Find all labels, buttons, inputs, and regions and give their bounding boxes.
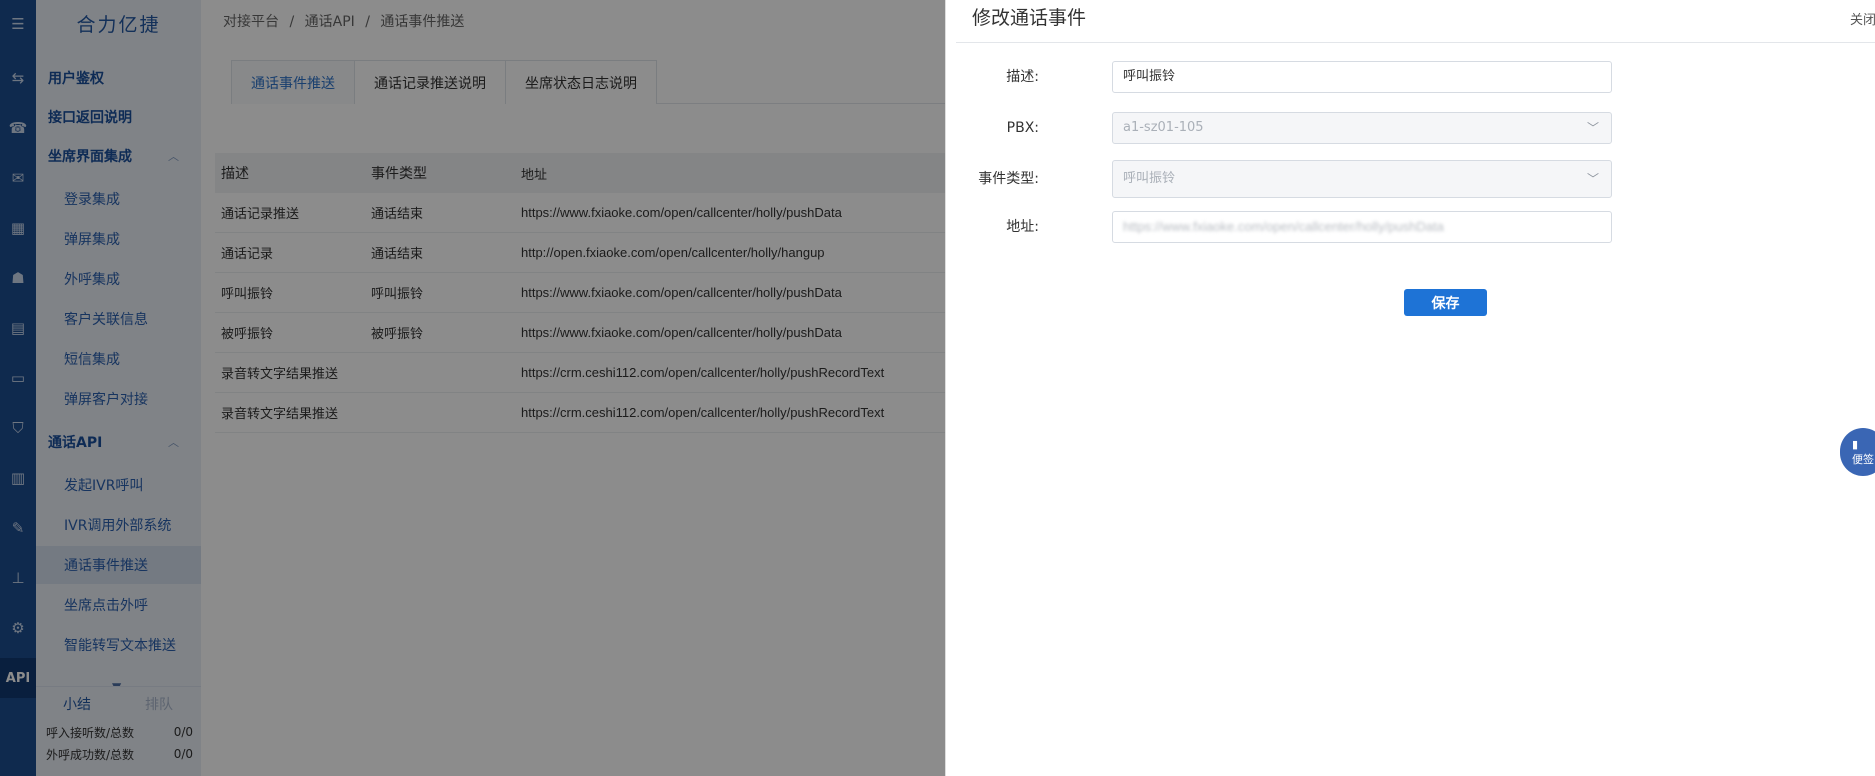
drawer-header: 修改通话事件 关闭 bbox=[956, 0, 1875, 43]
chevron-down-icon: ﹀ bbox=[1586, 172, 1599, 186]
save-button[interactable]: 保存 bbox=[1404, 289, 1487, 316]
close-button[interactable]: 关闭 bbox=[1850, 9, 1875, 28]
pbx-value: a1-sz01-105 bbox=[1123, 120, 1204, 135]
address-input[interactable]: https://www.fxiaoke.com/open/callcenter/… bbox=[1112, 211, 1612, 243]
desc-input[interactable]: 呼叫振铃 bbox=[1112, 61, 1612, 93]
edit-event-drawer: 修改通话事件 关闭 描述: 呼叫振铃 PBX: a1-sz01-105 ﹀ 事件… bbox=[945, 0, 1875, 776]
address-label: 地址: bbox=[1006, 219, 1039, 235]
event-type-label: 事件类型: bbox=[978, 171, 1039, 187]
modal-overlay[interactable] bbox=[0, 0, 945, 776]
address-value: https://www.fxiaoke.com/open/callcenter/… bbox=[1123, 219, 1444, 234]
chevron-down-icon: ﹀ bbox=[1586, 121, 1599, 135]
bookmark-icon: ▮ bbox=[1852, 437, 1859, 451]
form-row-pbx: PBX: a1-sz01-105 ﹀ bbox=[946, 112, 1875, 144]
form-row-event-type: 事件类型: 呼叫振铃 ﹀ bbox=[946, 160, 1875, 198]
form-row-desc: 描述: 呼叫振铃 bbox=[946, 61, 1875, 93]
pbx-label: PBX: bbox=[1006, 120, 1039, 136]
note-label: 便签 bbox=[1852, 452, 1874, 466]
form-row-address: 地址: https://www.fxiaoke.com/open/callcen… bbox=[946, 211, 1875, 243]
pbx-select: a1-sz01-105 ﹀ bbox=[1112, 112, 1612, 144]
event-type-value: 呼叫振铃 bbox=[1123, 171, 1176, 186]
desc-label: 描述: bbox=[1006, 69, 1039, 85]
drawer-title: 修改通话事件 bbox=[972, 7, 1087, 29]
event-type-select: 呼叫振铃 ﹀ bbox=[1112, 160, 1612, 198]
